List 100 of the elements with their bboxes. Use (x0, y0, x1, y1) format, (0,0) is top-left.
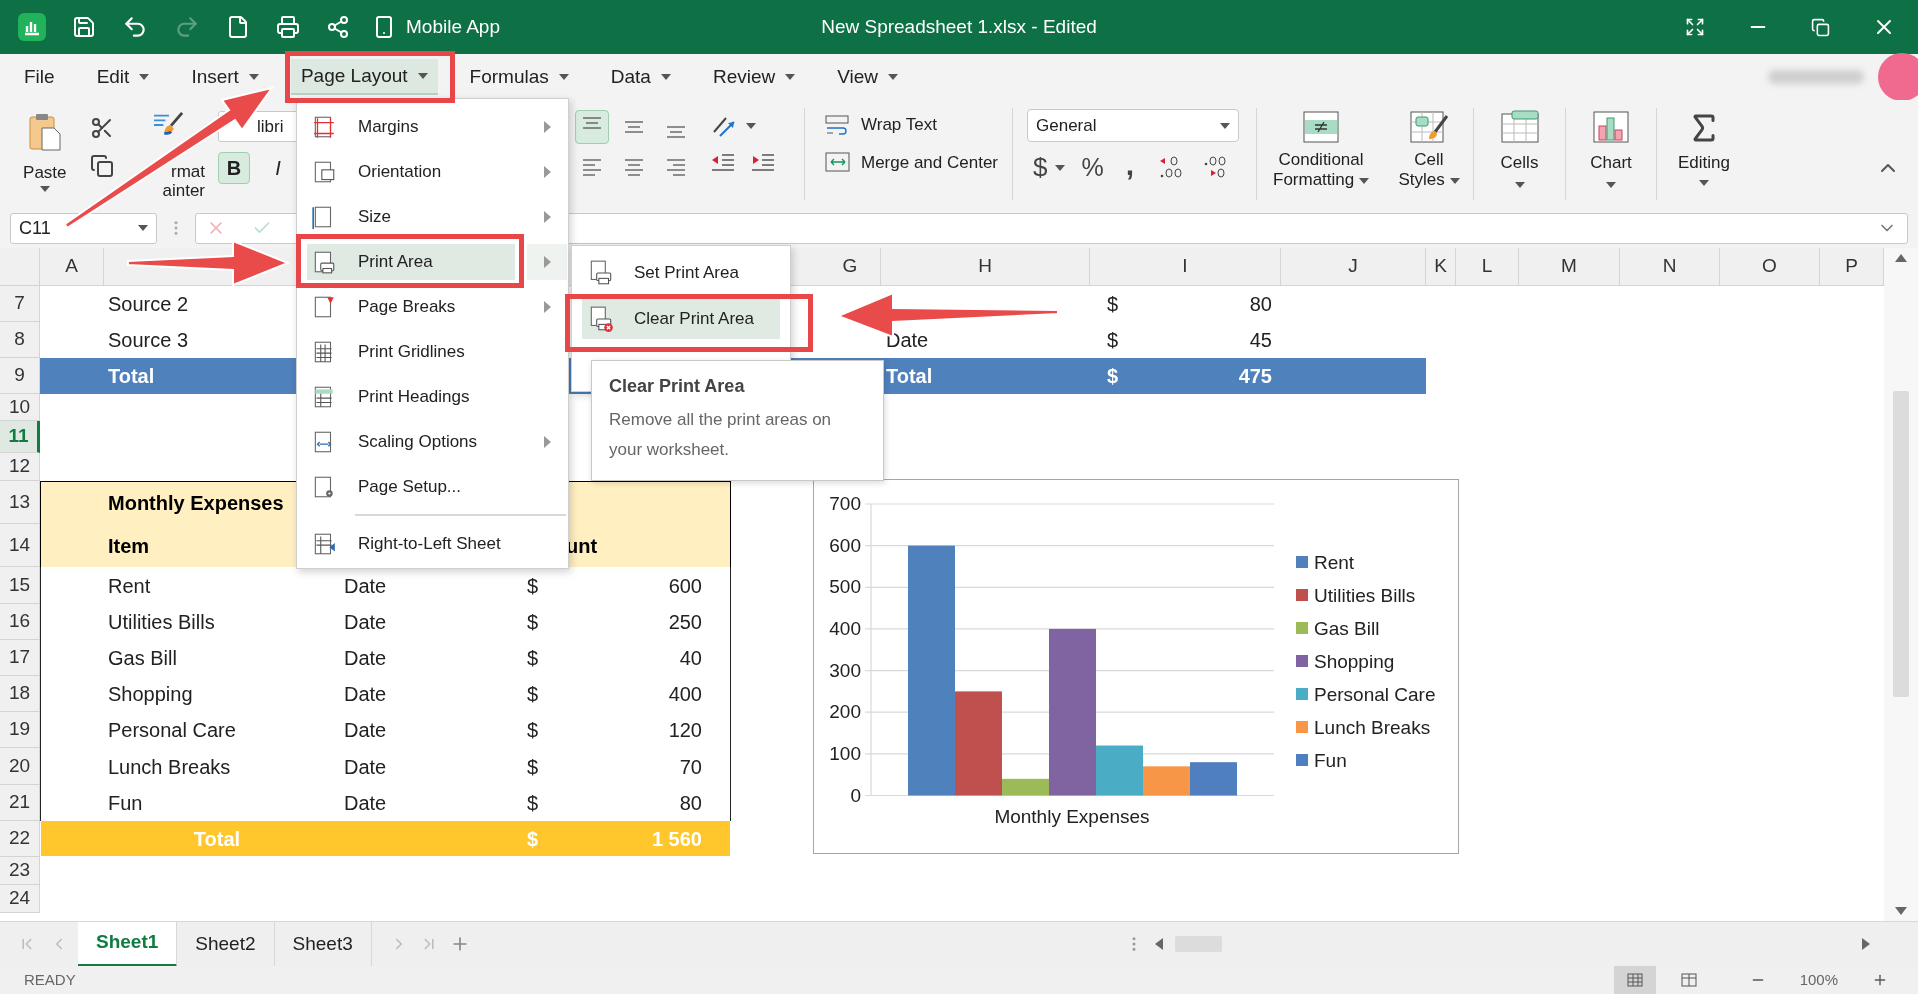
cell-text: Rent (108, 573, 151, 599)
sheet-tab[interactable]: Sheet1 (78, 921, 178, 967)
vertical-scrollbar[interactable] (1884, 248, 1918, 921)
format-painter-button[interactable]: rmat ainter (132, 108, 205, 200)
submenu-arrow-icon[interactable] (543, 255, 551, 268)
menu-item[interactable]: Set Print Area (572, 250, 790, 296)
row-header[interactable]: 24 (0, 885, 40, 913)
column-header[interactable]: L (1456, 248, 1519, 285)
column-header[interactable]: K (1426, 248, 1456, 285)
currency-format-button[interactable]: $ (1033, 148, 1066, 187)
menu-tab[interactable]: Data (600, 59, 681, 95)
row-header[interactable]: 14 (0, 524, 40, 567)
new-file-icon[interactable] (226, 15, 250, 39)
menu-item[interactable]: Scaling Options (307, 423, 515, 460)
row-header[interactable]: 9 (0, 358, 40, 394)
row-header[interactable]: 17 (0, 640, 40, 676)
submenu-arrow-icon[interactable] (543, 210, 551, 223)
caret-icon (1055, 164, 1066, 171)
menu-tab[interactable]: Insert (181, 59, 269, 95)
column-header[interactable]: I (1090, 248, 1281, 285)
row-header[interactable]: 23 (0, 857, 40, 885)
row-header[interactable]: 16 (0, 604, 40, 640)
row-header[interactable]: 21 (0, 785, 40, 821)
share-icon[interactable] (326, 15, 350, 39)
row-header[interactable]: 10 (0, 394, 40, 421)
scroll-up-icon[interactable] (1895, 254, 1907, 262)
cell-styles-button[interactable]: Cell Styles (1394, 110, 1464, 190)
column-header[interactable]: A (40, 248, 104, 285)
column-header[interactable]: H (881, 248, 1090, 285)
copy-icon[interactable] (89, 154, 114, 178)
undo-icon[interactable] (122, 14, 148, 40)
name-box[interactable]: C11 (10, 212, 157, 244)
submenu-arrow-icon[interactable] (543, 165, 551, 178)
menu-tab[interactable]: Edit (86, 59, 160, 95)
cell-text: Date (344, 682, 387, 707)
restore-icon[interactable] (1811, 17, 1830, 37)
bold-button[interactable]: B (218, 152, 250, 184)
submenu-arrow-icon[interactable] (543, 435, 551, 448)
wrap-text-button[interactable]: Wrap Text (825, 112, 1012, 138)
scroll-right-icon[interactable] (1862, 938, 1870, 950)
column-header[interactable]: N (1620, 248, 1720, 285)
zoom-in-icon[interactable] (1872, 972, 1888, 988)
legend-label: Rent (1314, 552, 1355, 573)
row-header[interactable]: 13 (0, 481, 40, 524)
editing-button[interactable]: Editing (1657, 108, 1751, 200)
avatar[interactable] (1878, 53, 1918, 101)
menu-tab[interactable]: File (14, 59, 65, 95)
italic-button[interactable]: I (262, 152, 294, 184)
save-icon[interactable] (72, 15, 96, 39)
menu-item[interactable]: Print Area (307, 243, 515, 280)
table-cell-text: $ 80 (1106, 292, 1273, 317)
row-header[interactable]: 19 (0, 712, 40, 748)
fullscreen-icon[interactable] (1685, 17, 1705, 37)
menu-item[interactable]: Page Breaks (307, 288, 515, 325)
print-icon[interactable] (276, 15, 300, 39)
mobile-app-button[interactable]: Mobile App (372, 12, 500, 42)
cells-button[interactable]: Cells (1474, 108, 1566, 200)
scroll-left-icon[interactable] (1154, 938, 1163, 950)
comma-format-button[interactable]: , (1119, 149, 1141, 186)
row-header[interactable]: 15 (0, 567, 40, 604)
row-header[interactable]: 20 (0, 748, 40, 785)
submenu-arrow-icon[interactable] (543, 120, 551, 133)
row-header[interactable]: 8 (0, 322, 40, 358)
row-header[interactable]: 12 (0, 453, 40, 481)
wrap-text-icon (825, 113, 851, 136)
menu-item[interactable]: Page Setup... (307, 468, 515, 505)
column-header[interactable]: J (1281, 248, 1426, 285)
menu-tab[interactable]: Page Layout (290, 59, 438, 95)
menu-item[interactable]: Print Headings (307, 378, 515, 415)
percent-format-button[interactable]: % (1081, 148, 1104, 187)
scroll-down-icon[interactable] (1895, 907, 1907, 915)
row-header[interactable]: 22 (0, 821, 40, 857)
align-lines-icon (666, 126, 686, 138)
row-header[interactable]: 18 (0, 676, 40, 712)
menu-item[interactable]: Size (307, 198, 515, 235)
axis-label: 500 (829, 576, 861, 598)
menu-tab[interactable]: Formulas (459, 59, 579, 95)
menu-item[interactable]: Right-to-Left Sheet (307, 525, 515, 562)
menu-tab[interactable]: Review (702, 59, 806, 95)
menu-item[interactable]: Margins (307, 108, 515, 145)
axis-label: 100 (829, 742, 861, 764)
chart-button[interactable]: Chart (1566, 108, 1657, 200)
vertical-align-button[interactable] (575, 110, 609, 144)
menu-item[interactable]: Print Gridlines (307, 333, 515, 370)
scroll-thumb[interactable] (1893, 391, 1909, 697)
row-header[interactable]: 7 (0, 286, 40, 322)
conditional-formatting-button[interactable]: Conditional Formatting (1266, 110, 1376, 190)
column-header[interactable]: G (820, 248, 881, 285)
column-header[interactable]: M (1519, 248, 1620, 285)
menu-tab[interactable]: View (827, 59, 909, 95)
cut-icon[interactable] (89, 116, 114, 140)
submenu-arrow-icon[interactable] (543, 300, 551, 313)
view-mode-button[interactable] (1613, 966, 1656, 994)
number-format-dropdown[interactable]: General (1027, 109, 1239, 142)
row-header[interactable]: 11 (0, 421, 40, 453)
legend-label: Lunch Breaks (1314, 717, 1431, 738)
paste-button[interactable]: Paste (18, 108, 72, 200)
column-header[interactable]: O (1720, 248, 1820, 285)
menu-item[interactable]: Orientation (307, 153, 515, 190)
merge-center-button[interactable]: Merge and Center (825, 149, 1012, 175)
